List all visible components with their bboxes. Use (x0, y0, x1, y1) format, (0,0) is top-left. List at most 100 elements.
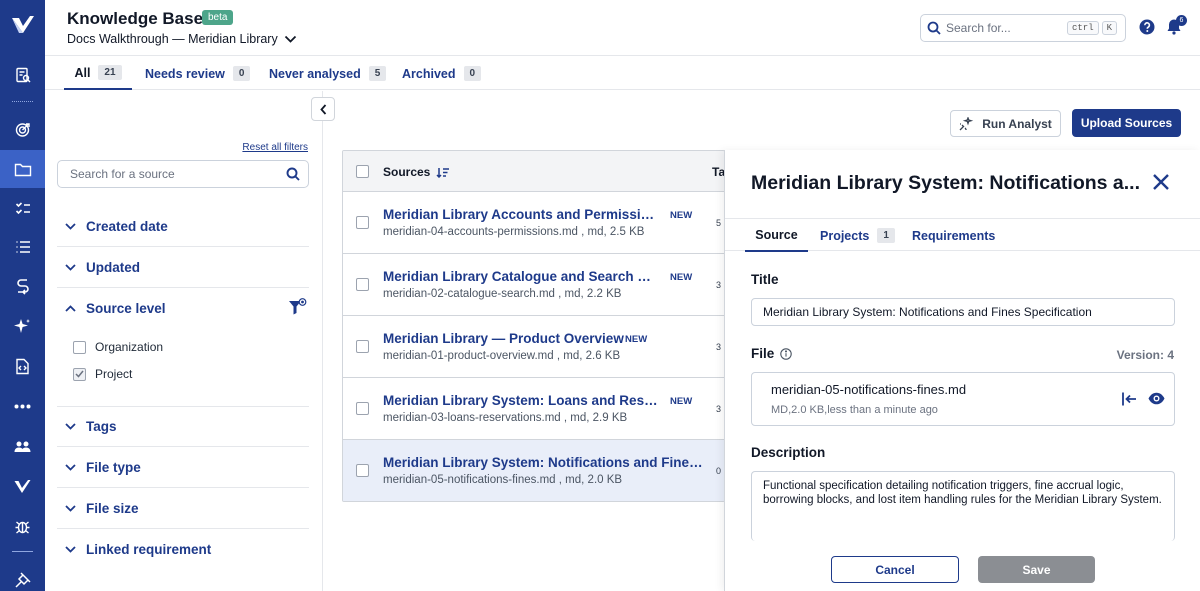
source-level-option-project[interactable]: Project (73, 367, 132, 381)
filter-created-date[interactable]: Created date (57, 206, 309, 247)
row-checkbox[interactable] (356, 340, 369, 353)
source-name[interactable]: Meridian Library System: Notifications a… (383, 455, 703, 470)
search-icon (927, 21, 941, 35)
table-row[interactable]: Meridian Library Catalogue and Search Fu… (343, 254, 724, 316)
replace-file-icon[interactable] (1121, 391, 1138, 410)
file-type: md (570, 412, 587, 424)
filter-label: Updated (86, 259, 140, 275)
rail-list-icon[interactable] (0, 232, 45, 262)
source-name[interactable]: Meridian Library Accounts and Permission… (383, 207, 658, 222)
row-checkbox[interactable] (356, 464, 369, 477)
filter-sidebar: Reset all filters Created date Updated S… (45, 91, 323, 591)
close-icon[interactable] (1151, 172, 1171, 195)
chevron-up-icon (65, 305, 76, 312)
global-search-input[interactable] (946, 21, 1064, 35)
filter-tags[interactable]: Tags (57, 406, 309, 447)
rail-users-icon[interactable] (0, 431, 45, 461)
upload-sources-button[interactable]: Upload Sources (1072, 109, 1181, 137)
run-analyst-button[interactable]: Run Analyst (950, 110, 1061, 137)
eye-icon[interactable] (1148, 392, 1165, 408)
rail-checklist-icon[interactable] (0, 193, 45, 223)
tab-label: Requirements (912, 228, 996, 243)
table-row[interactable]: Meridian Library Accounts and Permission… (343, 192, 724, 254)
document-selector[interactable]: Docs Walkthrough — Meridian Library (67, 32, 297, 46)
new-badge: NEW (670, 210, 693, 221)
file-name: meridian-02-catalogue-search.md (383, 288, 555, 300)
select-all-checkbox[interactable] (356, 165, 369, 178)
filter-updated[interactable]: Updated (57, 247, 309, 288)
chevron-down-icon (65, 263, 76, 271)
source-search[interactable] (57, 160, 309, 188)
file-size: 2.2 KB (586, 288, 622, 300)
title-field-label: Title (751, 272, 779, 287)
tab-all[interactable]: All 21 (64, 57, 132, 90)
source-name[interactable]: Meridian Library — Product Overview (383, 331, 624, 346)
rail-more-icon[interactable] (0, 391, 45, 421)
checkbox-checked[interactable] (73, 367, 86, 381)
rail-bug-icon[interactable] (0, 511, 45, 541)
document-selector-label: Docs Walkthrough — Meridian Library (67, 32, 278, 46)
tab-count: 5 (368, 66, 387, 81)
row-checkbox[interactable] (356, 402, 369, 415)
chevron-down-icon (65, 422, 76, 430)
check-icon (75, 370, 84, 378)
source-meta: meridian-05-notifications-fines.md , md,… (383, 474, 623, 486)
tab-never-analysed[interactable]: Never analysed 5 (269, 57, 387, 90)
rail-knowledge-icon[interactable] (0, 60, 45, 90)
chevron-down-icon (65, 222, 76, 230)
cancel-button[interactable]: Cancel (831, 556, 959, 583)
panel-tab-projects[interactable]: Projects 1 (820, 219, 895, 252)
tab-archived[interactable]: Archived 0 (402, 57, 482, 90)
source-name[interactable]: Meridian Library Catalogue and Search Fu… (383, 269, 658, 284)
table-row-selected[interactable]: Meridian Library System: Notifications a… (343, 440, 724, 501)
tab-label: Projects (820, 228, 870, 243)
panel-tab-requirements[interactable]: Requirements (912, 219, 995, 252)
file-name: meridian-01-product-overview.md (383, 350, 554, 362)
source-level-option-organization[interactable]: Organization (73, 340, 163, 354)
rail-sparkle-icon[interactable] (0, 311, 45, 341)
status-tabs: All 21 Needs review 0 Never analysed 5 A… (45, 57, 1200, 90)
global-search[interactable]: ctrl K (920, 14, 1126, 42)
source-meta: meridian-01-product-overview.md , md, 2.… (383, 350, 621, 362)
source-search-input[interactable] (70, 167, 286, 181)
rail-target-icon[interactable] (0, 114, 45, 144)
file-field-label: File (751, 346, 775, 361)
tab-needs-review[interactable]: Needs review 0 (145, 57, 251, 90)
rail-flow-icon[interactable] (0, 271, 45, 301)
new-badge: NEW (670, 272, 693, 283)
file-size: 2.6 KB (585, 350, 621, 362)
sort-descending-icon[interactable] (436, 167, 450, 178)
rail-brand-icon[interactable] (0, 471, 45, 501)
info-icon[interactable] (780, 348, 792, 363)
search-icon[interactable] (286, 167, 300, 181)
row-checkbox[interactable] (356, 278, 369, 291)
collapse-sidebar-button[interactable] (311, 97, 335, 121)
app-logo-icon[interactable] (11, 14, 35, 39)
filter-source-level[interactable]: Source level (57, 288, 309, 329)
file-card: meridian-05-notifications-fines.md MD,2.… (751, 372, 1175, 426)
active-filter-icon[interactable] (288, 298, 307, 319)
save-button[interactable]: Save (978, 556, 1095, 583)
table-row[interactable]: Meridian Library — Product Overview NEW … (343, 316, 724, 378)
reset-filters-link[interactable]: Reset all filters (242, 142, 308, 153)
tab-label: Archived (402, 66, 456, 81)
help-icon[interactable] (1139, 19, 1155, 38)
checkbox[interactable] (73, 340, 86, 354)
panel-tab-source[interactable]: Source (745, 219, 808, 252)
panel-tabs: Source Projects 1 Requirements (725, 218, 1200, 252)
chevron-left-icon (319, 103, 326, 115)
filter-linked-requirement[interactable]: Linked requirement (57, 529, 309, 570)
filter-file-size[interactable]: File size (57, 488, 309, 529)
filter-file-type[interactable]: File type (57, 447, 309, 488)
source-name[interactable]: Meridian Library System: Loans and Reser… (383, 393, 658, 408)
rail-pin-icon[interactable] (0, 565, 45, 591)
rail-folder-icon[interactable] (0, 150, 45, 188)
tab-count: 21 (98, 65, 122, 80)
source-meta: meridian-04-accounts-permissions.md , md… (383, 226, 645, 238)
sources-column-header[interactable]: Sources (383, 165, 450, 179)
row-checkbox[interactable] (356, 216, 369, 229)
title-field[interactable]: Meridian Library System: Notifications a… (751, 298, 1175, 326)
rail-document-code-icon[interactable] (0, 351, 45, 381)
table-row[interactable]: Meridian Library System: Loans and Reser… (343, 378, 724, 440)
description-field[interactable]: Functional specification detailing notif… (751, 471, 1175, 541)
